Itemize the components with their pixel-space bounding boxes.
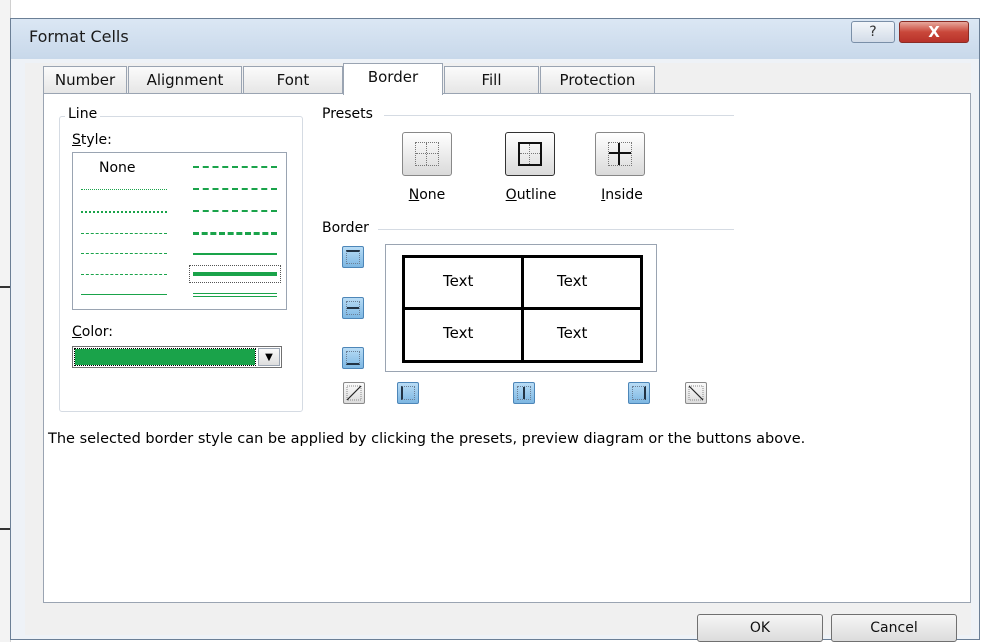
selected-line-style[interactable] (189, 265, 281, 283)
preview-cell-text: Text (443, 324, 474, 342)
border-bottom-icon (346, 351, 360, 365)
help-button[interactable]: ? (851, 21, 895, 43)
preset-inside-label: Inside (601, 187, 643, 203)
line-style-hairline[interactable] (81, 189, 167, 190)
line-style-medium-dash-dot[interactable] (193, 210, 277, 212)
diagonal-up-icon (346, 385, 362, 401)
close-button[interactable]: X (899, 21, 969, 43)
tab-number[interactable]: Number (43, 66, 127, 93)
preset-inside-icon (608, 142, 632, 166)
line-style-list[interactable]: None (72, 152, 287, 310)
border-middle-vertical-button[interactable] (513, 382, 535, 404)
preview-cell-text: Text (557, 324, 588, 342)
color-swatch (74, 348, 256, 366)
line-style-medium-dash-dot-dot[interactable] (193, 166, 277, 168)
preset-none-icon (415, 142, 439, 166)
color-label: Color: (72, 324, 114, 340)
border-diagonal-down-button[interactable] (685, 382, 707, 404)
border-tab-panel: Line Style: None Color: ▼ Presets None O… (43, 93, 971, 603)
window-title: Format Cells (29, 27, 129, 46)
line-style-dashed[interactable] (81, 274, 167, 275)
cancel-button[interactable]: Cancel (831, 614, 957, 642)
line-style-slanted-dash-dot[interactable] (193, 188, 277, 190)
border-right-icon (632, 386, 646, 400)
border-middle-horizontal-icon (346, 301, 360, 315)
line-style-double[interactable] (193, 293, 277, 297)
border-top-button[interactable] (342, 246, 364, 268)
line-style-thin[interactable] (81, 294, 167, 295)
tab-fill[interactable]: Fill (444, 66, 539, 93)
border-middle-vertical-icon (517, 386, 531, 400)
line-style-dotted[interactable] (81, 211, 167, 213)
preset-outline-button[interactable] (505, 132, 555, 176)
line-style-medium[interactable] (193, 253, 277, 255)
line-style-thick (193, 272, 277, 276)
tab-protection[interactable]: Protection (540, 66, 655, 93)
presets-separator (384, 115, 734, 116)
tab-border[interactable]: Border (343, 63, 443, 95)
border-left-icon (401, 386, 415, 400)
ok-button[interactable]: OK (697, 614, 823, 642)
style-label: Style: (72, 132, 112, 148)
preview-grid[interactable]: Text Text Text Text (402, 255, 643, 363)
line-style-dash-dot-dot[interactable] (81, 233, 167, 234)
line-group-label: Line (65, 106, 101, 122)
preset-outline-icon (518, 142, 542, 166)
instruction-text: The selected border style can be applied… (48, 431, 806, 447)
border-right-button[interactable] (628, 382, 650, 404)
dropdown-arrow-icon[interactable]: ▼ (258, 348, 280, 366)
border-diagonal-up-button[interactable] (343, 382, 365, 404)
title-bar[interactable]: Format Cells ? X (11, 19, 979, 55)
preset-none-label: None (408, 187, 446, 203)
tab-alignment[interactable]: Alignment (128, 66, 242, 93)
preview-cell-text: Text (557, 272, 588, 290)
preview-cell-text: Text (443, 272, 474, 290)
line-style-dash-dot[interactable] (81, 253, 167, 254)
preview-inside-horizontal (405, 307, 640, 310)
color-dropdown[interactable]: ▼ (72, 346, 282, 368)
border-left-button[interactable] (397, 382, 419, 404)
presets-group-label: Presets (319, 106, 376, 122)
diagonal-down-icon (688, 385, 704, 401)
border-top-icon (346, 250, 360, 264)
preset-inside-button[interactable] (595, 132, 645, 176)
dialog-client-area: Number Alignment Font Border Fill Protec… (25, 63, 971, 642)
border-bottom-button[interactable] (342, 347, 364, 369)
border-group-label: Border (319, 220, 372, 236)
line-style-none[interactable]: None (99, 160, 136, 176)
line-style-medium-dashed[interactable] (193, 232, 277, 235)
border-separator (378, 229, 734, 230)
border-preview[interactable]: Text Text Text Text (385, 244, 657, 372)
border-middle-horizontal-button[interactable] (342, 297, 364, 319)
preset-none-button[interactable] (402, 132, 452, 176)
format-cells-dialog: Format Cells ? X Number Alignment Font B… (10, 18, 980, 642)
preset-outline-label: Outline (505, 187, 557, 203)
tab-font[interactable]: Font (243, 66, 343, 93)
